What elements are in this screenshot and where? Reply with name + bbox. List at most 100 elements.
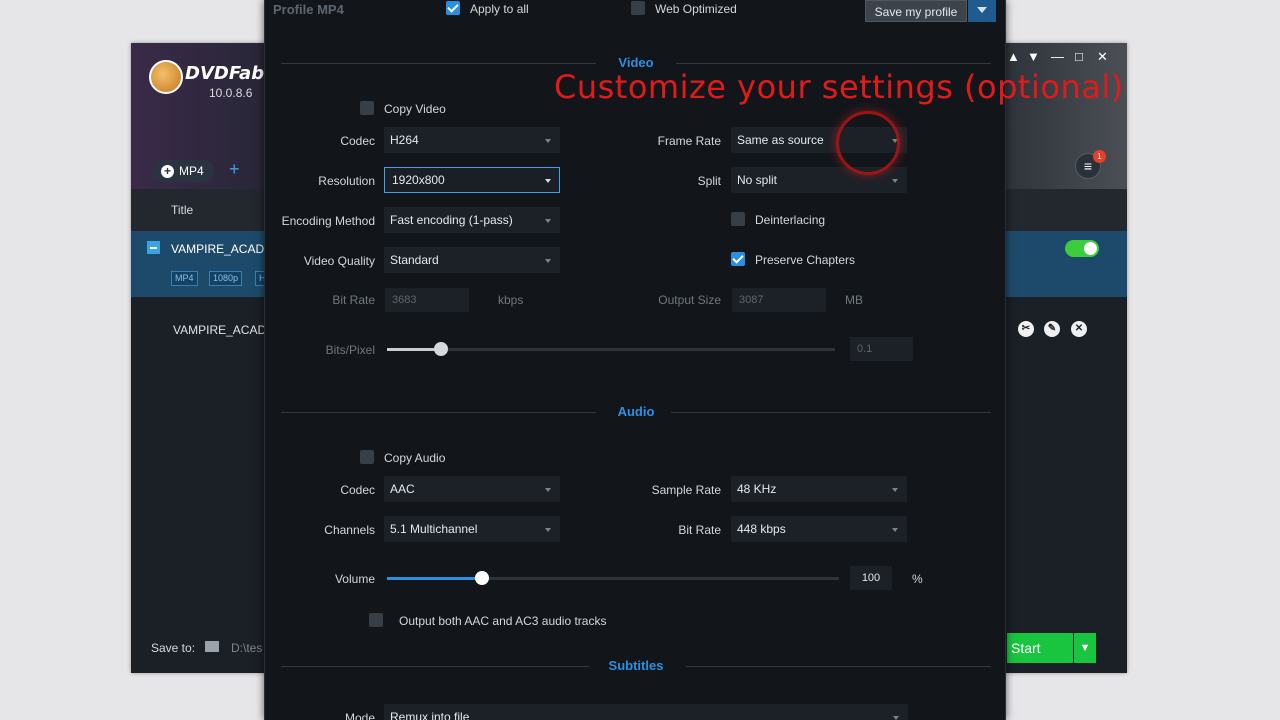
tag-format: MP4	[171, 271, 198, 286]
folder-icon[interactable]	[205, 641, 219, 652]
resolution-label: Resolution	[318, 174, 375, 188]
output-size-unit: MB	[845, 293, 863, 307]
volume-slider-knob[interactable]	[474, 571, 489, 585]
apply-to-all-label: Apply to all	[470, 2, 529, 16]
split-value: No split	[737, 173, 778, 187]
plus-circle-icon: +	[161, 164, 174, 178]
chevron-down-icon	[545, 139, 551, 143]
audio-codec-select[interactable]: AAC	[384, 476, 560, 502]
video-bit-rate-unit: kbps	[498, 293, 524, 307]
tag-resolution: 1080p	[209, 271, 243, 286]
audio-bit-rate-select[interactable]: 448 kbps	[731, 516, 907, 542]
edit-icon[interactable]: ✎	[1044, 321, 1060, 337]
bits-pixel-slider-fill	[387, 348, 441, 351]
save-to-label: Save to:	[151, 641, 196, 655]
highlight-circle	[836, 111, 900, 175]
subtitles-section-header: Subtitles	[281, 658, 991, 674]
encoding-method-select[interactable]: Fast encoding (1-pass)	[384, 207, 560, 233]
video-codec-value: H264	[390, 133, 419, 147]
bits-pixel-label: Bits/Pixel	[325, 343, 375, 357]
audio-codec-label: Codec	[340, 483, 375, 497]
copy-audio-checkbox[interactable]	[360, 450, 374, 464]
encoding-method-label: Encoding Method	[281, 214, 375, 228]
web-optimized-checkbox[interactable]	[631, 1, 645, 15]
video-codec-label: Codec	[340, 134, 375, 148]
both-tracks-checkbox[interactable]	[369, 613, 383, 627]
subtitle-mode-value: Remux into file	[390, 710, 470, 720]
apply-to-all-checkbox[interactable]	[446, 1, 460, 15]
audio-bit-rate-value: 448 kbps	[737, 522, 786, 536]
dialog-title: Profile MP4	[273, 2, 344, 17]
chevron-down-icon	[892, 528, 898, 532]
subtitle-mode-select[interactable]: Remux into file	[384, 704, 908, 720]
task-queue-icon[interactable]: ≡ 1	[1075, 150, 1106, 179]
title-row-name: VAMPIRE_ACADE	[171, 242, 273, 256]
remove-icon[interactable]: ✕	[1071, 321, 1087, 337]
output-size-input[interactable]: 3087	[732, 288, 826, 312]
volume-slider-fill	[387, 577, 482, 580]
sample-rate-value: 48 KHz	[737, 482, 777, 496]
resolution-value: 1920x800	[392, 173, 445, 187]
sample-rate-label: Sample Rate	[651, 483, 721, 497]
enable-toggle[interactable]	[1065, 240, 1099, 257]
volume-label: Volume	[334, 572, 375, 586]
audio-section-header: Audio	[281, 404, 991, 420]
volume-input[interactable]: 100	[850, 566, 892, 590]
audio-codec-value: AAC	[390, 482, 415, 496]
sample-rate-select[interactable]: 48 KHz	[731, 476, 907, 502]
chevron-down-icon	[892, 179, 898, 183]
profile-chip[interactable]: + MP4	[153, 160, 214, 182]
maximize-icon[interactable]: □	[1075, 49, 1083, 64]
row-checkbox[interactable]	[147, 241, 160, 254]
preserve-chapters-checkbox[interactable]	[731, 252, 745, 266]
web-optimized-label: Web Optimized	[655, 2, 737, 16]
preserve-chapters-label: Preserve Chapters	[755, 253, 856, 267]
task-badge: 1	[1093, 150, 1106, 163]
bits-pixel-input[interactable]: 0.1	[850, 337, 913, 361]
chevron-down-icon	[892, 488, 898, 492]
subtitle-mode-label: Mode	[344, 711, 375, 720]
split-label: Split	[697, 174, 721, 188]
start-dropdown-icon[interactable]: ▼	[1074, 633, 1096, 663]
deinterlacing-label: Deinterlacing	[755, 213, 826, 227]
resolution-select[interactable]: 1920x800	[384, 167, 560, 193]
minimize-icon[interactable]: —	[1051, 49, 1064, 64]
encoding-method-value: Fast encoding (1-pass)	[390, 213, 513, 227]
dropdown-icon[interactable]: ▼	[1027, 49, 1040, 64]
save-profile-dropdown-icon[interactable]	[968, 0, 996, 22]
subtitle-row-name: VAMPIRE_ACAD	[173, 323, 267, 337]
bits-pixel-slider-knob[interactable]	[433, 342, 448, 356]
cut-icon[interactable]: ✂	[1018, 321, 1034, 337]
video-quality-label: Video Quality	[303, 254, 375, 268]
deinterlacing-checkbox[interactable]	[731, 212, 745, 226]
dvdfab-logo-icon	[149, 60, 183, 94]
both-tracks-label: Output both AAC and AC3 audio tracks	[399, 614, 607, 628]
close-icon[interactable]: ✕	[1097, 49, 1108, 65]
add-button[interactable]: +	[229, 159, 240, 180]
pin-icon[interactable]: ▲	[1007, 49, 1020, 64]
volume-slider[interactable]	[387, 571, 839, 585]
video-bit-rate-input[interactable]: 3683	[385, 288, 469, 312]
channels-value: 5.1 Multichannel	[390, 522, 478, 536]
channels-label: Channels	[324, 523, 375, 537]
frame-rate-value: Same as source	[737, 133, 824, 147]
save-path[interactable]: D:\tes	[231, 641, 262, 655]
frame-rate-label: Frame Rate	[657, 134, 721, 148]
chevron-down-icon	[545, 259, 551, 263]
video-quality-select[interactable]: Standard	[384, 247, 560, 273]
profile-dialog: Profile MP4 Apply to all Web Optimized S…	[264, 0, 1006, 720]
video-codec-select[interactable]: H264	[384, 127, 560, 153]
chevron-down-icon	[893, 716, 899, 720]
copy-audio-label: Copy Audio	[384, 451, 446, 465]
title-column-label: Title	[171, 203, 194, 217]
chevron-down-icon	[545, 179, 551, 183]
copy-video-checkbox[interactable]	[360, 101, 374, 115]
channels-select[interactable]: 5.1 Multichannel	[384, 516, 560, 542]
bits-pixel-slider[interactable]	[387, 342, 835, 356]
volume-unit: %	[912, 572, 923, 586]
start-button[interactable]: Start	[1007, 633, 1073, 663]
audio-bit-rate-label: Bit Rate	[678, 523, 721, 537]
app-version: 10.0.8.6	[209, 86, 253, 100]
save-profile-button[interactable]: Save my profile	[865, 0, 967, 22]
tutorial-caption: Customize your settings (optional)	[554, 68, 1124, 106]
